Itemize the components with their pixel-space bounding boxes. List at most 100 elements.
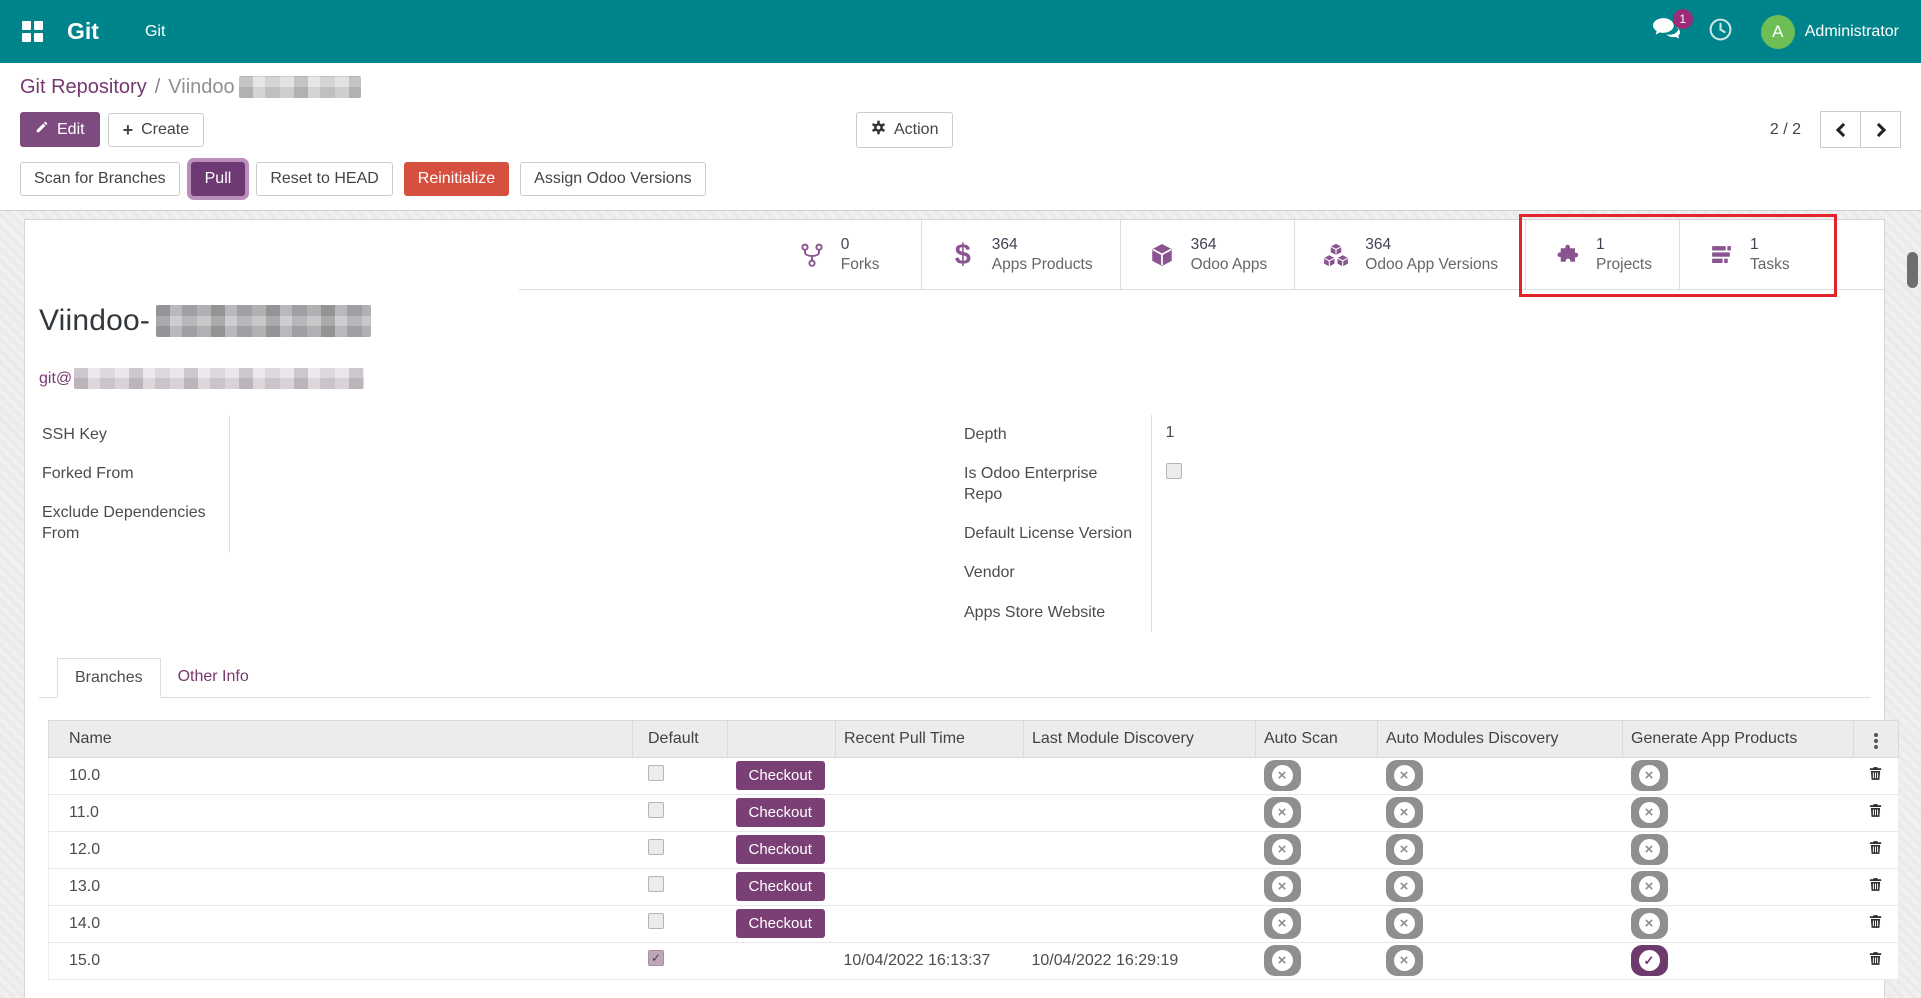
recent-pull-time xyxy=(836,831,1024,868)
generate-app-products-toggle-off[interactable]: × xyxy=(1631,834,1668,865)
stat-button-projects[interactable]: 1Projects xyxy=(1525,220,1679,289)
auto-scan-toggle-off[interactable]: × xyxy=(1264,760,1301,791)
trash-icon[interactable] xyxy=(1867,765,1884,782)
user-name: Administrator xyxy=(1805,23,1899,41)
stat-button-tasks[interactable]: 1Tasks xyxy=(1679,220,1829,289)
tab-other-info[interactable]: Other Info xyxy=(161,658,266,698)
branch-row-12-0[interactable]: 12.0Checkout××× xyxy=(49,831,1899,868)
auto-modules-discovery-toggle-off[interactable]: × xyxy=(1386,797,1423,828)
generate-app-products-toggle-off[interactable]: × xyxy=(1631,797,1668,828)
activities-button[interactable] xyxy=(1708,17,1733,47)
auto-modules-discovery-toggle-off[interactable]: × xyxy=(1386,908,1423,939)
apps-grid-icon[interactable] xyxy=(22,21,43,42)
pager-previous-button[interactable] xyxy=(1820,111,1861,148)
column-header-name[interactable]: Name xyxy=(49,720,633,757)
trash-icon[interactable] xyxy=(1867,802,1884,819)
checkout-button[interactable]: Checkout xyxy=(736,761,825,790)
status-button-reset-to-head[interactable]: Reset to HEAD xyxy=(256,162,392,196)
auto-scan-toggle-off[interactable]: × xyxy=(1264,834,1301,865)
stat-button-forks[interactable]: 0Forks xyxy=(771,220,921,289)
action-button[interactable]: Action xyxy=(856,112,953,148)
status-button-assign-odoo-versions[interactable]: Assign Odoo Versions xyxy=(520,162,705,196)
stat-value-forks: 0 xyxy=(841,235,880,255)
menu-item-git[interactable]: Git xyxy=(145,23,165,41)
column-header-default[interactable]: Default xyxy=(633,720,728,757)
default-cell xyxy=(633,942,728,979)
breadcrumb-parent-link[interactable]: Git Repository xyxy=(20,76,147,99)
default-checkbox[interactable] xyxy=(648,876,664,892)
branch-row-10-0[interactable]: 10.0Checkout××× xyxy=(49,757,1899,794)
field-value-forked-from xyxy=(229,454,599,493)
messages-button[interactable]: 1 xyxy=(1653,18,1680,46)
app-name[interactable]: Git xyxy=(67,18,99,45)
trash-icon[interactable] xyxy=(1867,950,1884,967)
optional-columns-icon[interactable] xyxy=(1874,739,1878,743)
checkout-button[interactable]: Checkout xyxy=(736,872,825,901)
auto-modules-discovery-toggle-cell: × xyxy=(1378,905,1623,942)
generate-app-products-toggle-off[interactable]: × xyxy=(1631,908,1668,939)
auto-scan-toggle-off[interactable]: × xyxy=(1264,908,1301,939)
default-checkbox[interactable] xyxy=(648,839,664,855)
status-button-scan-for-branches[interactable]: Scan for Branches xyxy=(20,162,180,196)
column-header-generate-app-products[interactable]: Generate App Products xyxy=(1623,720,1854,757)
git-url-link[interactable]: git@ xyxy=(39,368,364,389)
x-icon: × xyxy=(1394,950,1415,971)
default-checkbox[interactable] xyxy=(648,802,664,818)
trash-icon[interactable] xyxy=(1867,913,1884,930)
checkout-cell: Checkout xyxy=(728,905,836,942)
branch-row-13-0[interactable]: 13.0Checkout××× xyxy=(49,868,1899,905)
auto-modules-discovery-toggle-off[interactable]: × xyxy=(1386,871,1423,902)
default-checkbox-checked[interactable] xyxy=(648,950,664,966)
field-label-default-license-version: Default License Version xyxy=(961,514,1151,553)
checkout-button[interactable]: Checkout xyxy=(736,798,825,827)
stat-text: 0Forks xyxy=(841,235,880,275)
column-header-recent-pull-time[interactable]: Recent Pull Time xyxy=(836,720,1024,757)
stat-value-odoo-apps: 364 xyxy=(1191,235,1268,255)
branch-row-15-0[interactable]: 15.010/04/2022 16:13:3710/04/2022 16:29:… xyxy=(49,942,1899,979)
status-button-reinitialize[interactable]: Reinitialize xyxy=(404,162,509,196)
auto-scan-toggle-off[interactable]: × xyxy=(1264,945,1301,976)
generate-app-products-toggle-on[interactable]: ✓ xyxy=(1631,945,1668,976)
default-checkbox[interactable] xyxy=(648,913,664,929)
checkout-button[interactable]: Checkout xyxy=(736,835,825,864)
stat-text: 1Projects xyxy=(1596,235,1652,275)
delete-cell xyxy=(1854,905,1899,942)
last-module-discovery xyxy=(1024,868,1256,905)
pencil-icon xyxy=(35,120,49,139)
create-button[interactable]: + Create xyxy=(108,113,205,147)
default-cell xyxy=(633,757,728,794)
checkbox-is-odoo-enterprise-repo[interactable] xyxy=(1166,463,1182,479)
trash-icon[interactable] xyxy=(1867,876,1884,893)
status-button-pull[interactable]: Pull xyxy=(191,162,246,196)
auto-modules-discovery-toggle-cell: × xyxy=(1378,942,1623,979)
user-menu[interactable]: A Administrator xyxy=(1761,15,1899,49)
generate-app-products-toggle-off[interactable]: × xyxy=(1631,871,1668,902)
auto-scan-toggle-off[interactable]: × xyxy=(1264,871,1301,902)
trash-icon[interactable] xyxy=(1867,839,1884,856)
column-header-blank[interactable] xyxy=(728,720,836,757)
stat-button-odoo-app-versions[interactable]: 364Odoo App Versions xyxy=(1294,220,1525,289)
auto-modules-discovery-toggle-off[interactable]: × xyxy=(1386,945,1423,976)
column-header-auto-modules-discovery[interactable]: Auto Modules Discovery xyxy=(1378,720,1623,757)
tab-branches[interactable]: Branches xyxy=(57,658,161,698)
column-header-last-module-discovery[interactable]: Last Module Discovery xyxy=(1024,720,1256,757)
pager-arrows xyxy=(1821,111,1901,148)
auto-modules-discovery-toggle-off[interactable]: × xyxy=(1386,834,1423,865)
field-row-ssh-key: SSH Key xyxy=(39,415,599,454)
default-cell xyxy=(633,905,728,942)
breadcrumb-separator: / xyxy=(155,76,161,99)
vertical-scrollbar-thumb[interactable] xyxy=(1907,252,1918,288)
auto-modules-discovery-toggle-off[interactable]: × xyxy=(1386,760,1423,791)
generate-app-products-toggle-off[interactable]: × xyxy=(1631,760,1668,791)
checkout-button[interactable]: Checkout xyxy=(736,909,825,938)
pager-next-button[interactable] xyxy=(1860,111,1901,148)
auto-scan-toggle-off[interactable]: × xyxy=(1264,797,1301,828)
stat-button-odoo-apps[interactable]: 364Odoo Apps xyxy=(1120,220,1295,289)
stat-button-apps-products[interactable]: $364Apps Products xyxy=(921,220,1120,289)
default-checkbox[interactable] xyxy=(648,765,664,781)
branch-row-14-0[interactable]: 14.0Checkout××× xyxy=(49,905,1899,942)
branch-row-11-0[interactable]: 11.0Checkout××× xyxy=(49,794,1899,831)
column-header-auto-scan[interactable]: Auto Scan xyxy=(1256,720,1378,757)
edit-button[interactable]: Edit xyxy=(20,112,100,147)
x-icon: × xyxy=(1639,802,1660,823)
